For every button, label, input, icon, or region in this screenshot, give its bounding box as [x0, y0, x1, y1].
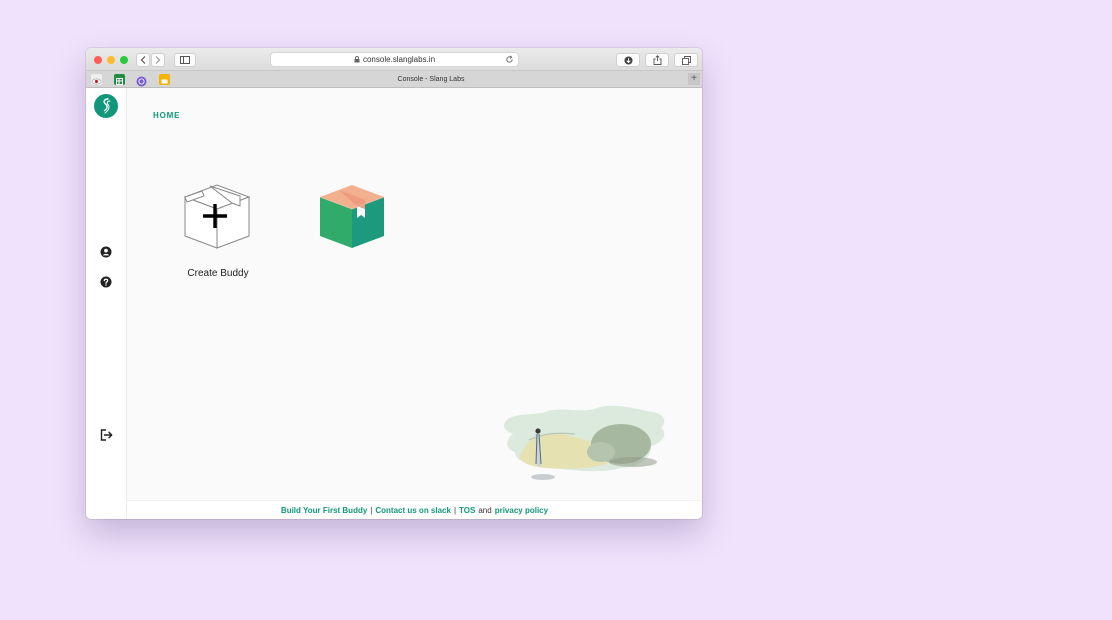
- chevron-left-icon: [140, 56, 146, 64]
- slang-logo[interactable]: [94, 94, 118, 118]
- chevron-right-icon: [155, 56, 161, 64]
- landscape-illustration: [503, 405, 665, 480]
- lock-icon: [354, 56, 360, 63]
- app-sidebar: [86, 88, 127, 519]
- create-buddy-card[interactable]: Create Buddy: [127, 88, 307, 288]
- add-box-icon: [183, 184, 251, 249]
- footer-and-text: and: [478, 505, 492, 515]
- new-tab-button[interactable]: +: [688, 73, 700, 85]
- box-icon: [319, 185, 385, 248]
- downloads-button[interactable]: [616, 53, 640, 67]
- create-buddy-label: Create Buddy: [187, 268, 249, 279]
- sheets-favicon-icon[interactable]: [114, 74, 125, 85]
- eye-favicon-icon[interactable]: [91, 74, 102, 85]
- browser-titlebar: console.slanglabs.in: [86, 48, 702, 71]
- back-button[interactable]: [136, 53, 150, 67]
- tabs-overview-button[interactable]: [674, 53, 698, 67]
- share-icon: [653, 55, 661, 65]
- tab-title: Console - Slang Labs: [397, 75, 465, 83]
- sidebar-toggle-button[interactable]: [174, 53, 196, 67]
- active-tab[interactable]: Console - Slang Labs: [178, 71, 684, 87]
- url-text: console.slanglabs.in: [362, 55, 436, 64]
- footer: Build Your First Buddy | Contact us on s…: [127, 500, 702, 519]
- download-icon: [623, 55, 633, 65]
- footer-separator: |: [370, 505, 373, 515]
- slang-logo-icon: [103, 98, 111, 114]
- tos-link[interactable]: TOS: [459, 506, 475, 515]
- privacy-policy-link[interactable]: privacy policy: [495, 506, 548, 515]
- account-icon[interactable]: [100, 245, 112, 258]
- main-content: HOME Create Buddy Build Your First Buddy…: [127, 88, 702, 519]
- address-bar[interactable]: console.slanglabs.in: [270, 52, 519, 67]
- build-first-buddy-link[interactable]: Build Your First Buddy: [281, 506, 367, 515]
- maximize-window-button[interactable]: [120, 56, 128, 64]
- tabs-icon: [681, 55, 691, 65]
- buddy-card[interactable]: [317, 184, 387, 250]
- share-button[interactable]: [645, 53, 669, 67]
- browser-window: console.slanglabs.in Console - Slang Lab…: [86, 48, 702, 519]
- forward-button[interactable]: [151, 53, 165, 67]
- globe-favicon-icon[interactable]: [136, 74, 147, 87]
- slides-favicon-icon[interactable]: [159, 74, 170, 85]
- logout-icon[interactable]: [100, 428, 113, 441]
- close-window-button[interactable]: [94, 56, 102, 64]
- contact-slack-link[interactable]: Contact us on slack: [375, 506, 451, 515]
- tab-bar: Console - Slang Labs +: [86, 71, 702, 88]
- minimize-window-button[interactable]: [107, 56, 115, 64]
- sidebar-icon: [180, 56, 190, 64]
- reload-icon[interactable]: [505, 55, 514, 66]
- footer-separator: |: [453, 505, 457, 515]
- help-icon[interactable]: [100, 275, 112, 288]
